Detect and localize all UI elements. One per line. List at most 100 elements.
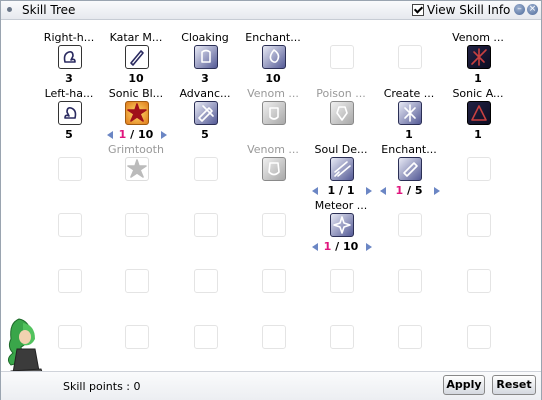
empty-skill-slot — [375, 187, 443, 243]
empty-slot-box — [125, 325, 149, 349]
venom-dust-icon[interactable] — [467, 45, 491, 69]
minimize-button[interactable]: – — [514, 4, 525, 15]
skill-cell[interactable]: Venom ... — [239, 131, 307, 187]
sonic-acceleration-icon[interactable] — [467, 101, 491, 125]
empty-slot-box — [58, 213, 82, 237]
skill-cell[interactable]: Right-h... 3 — [35, 19, 103, 85]
advanced-katar-icon[interactable] — [194, 101, 218, 125]
katar-icon[interactable] — [125, 45, 149, 69]
skill-name: Katar M... — [109, 31, 163, 44]
skill-cell[interactable]: Katar M... 10 — [102, 19, 170, 85]
empty-skill-slot — [35, 131, 103, 187]
empty-slot-box — [398, 213, 422, 237]
empty-skill-slot — [171, 131, 239, 187]
empty-slot-box — [467, 269, 491, 293]
empty-slot-box — [262, 325, 286, 349]
empty-slot-box — [58, 269, 82, 293]
empty-skill-slot — [171, 299, 239, 355]
empty-slot-box — [194, 325, 218, 349]
skill-cell[interactable]: Soul De... 1 / 1 — [307, 131, 375, 197]
empty-slot-box — [194, 157, 218, 181]
empty-slot-box — [398, 269, 422, 293]
skill-cell[interactable]: Venom ... 1 — [444, 19, 512, 85]
skill-name: Advanc... — [179, 87, 231, 100]
right-hand-icon[interactable] — [58, 45, 82, 69]
empty-skill-slot — [239, 243, 307, 299]
empty-slot-box — [467, 157, 491, 181]
venom-splasher-icon[interactable] — [262, 157, 286, 181]
skill-cell[interactable]: Meteor ... 1 / 10 — [307, 187, 375, 253]
skill-tree-window: Skill Tree View Skill Info – × Right-h..… — [0, 0, 542, 400]
view-skill-info-toggle[interactable]: View Skill Info — [412, 3, 510, 17]
poison-react-icon[interactable] — [330, 101, 354, 125]
cloaking-icon[interactable] — [194, 45, 218, 69]
skill-cell[interactable]: Advanc... 5 — [171, 75, 239, 141]
enchant-poison-icon[interactable] — [262, 45, 286, 69]
skill-cell[interactable]: Left-ha... 5 — [35, 75, 103, 141]
empty-slot-box — [330, 325, 354, 349]
empty-slot-box — [125, 213, 149, 237]
soul-destroyer-icon[interactable] — [330, 157, 354, 181]
empty-slot-box — [398, 45, 422, 69]
empty-skill-slot — [375, 243, 443, 299]
skill-cell[interactable]: Sonic Bl... 1 / 10 — [102, 75, 170, 141]
empty-skill-slot — [35, 243, 103, 299]
empty-skill-slot — [171, 187, 239, 243]
empty-slot-box — [330, 45, 354, 69]
skill-name: Venom ... — [247, 143, 299, 156]
skill-name: Sonic A... — [452, 87, 504, 100]
empty-slot-box — [262, 213, 286, 237]
empty-skill-slot — [444, 131, 512, 187]
apply-button[interactable]: Apply — [443, 375, 485, 395]
empty-slot-box — [58, 157, 82, 181]
left-hand-icon[interactable] — [58, 101, 82, 125]
skill-name: Soul De... — [314, 143, 368, 156]
empty-skill-slot — [444, 243, 512, 299]
skill-cell[interactable]: Grimtooth — [102, 131, 170, 187]
empty-skill-slot — [307, 19, 375, 75]
window-icon — [7, 7, 12, 12]
skill-cell[interactable]: Create ... 1 — [375, 75, 443, 141]
skill-cell[interactable]: Poison ... — [307, 75, 375, 131]
skill-name: Left-ha... — [44, 87, 94, 100]
empty-slot-box — [125, 269, 149, 293]
view-skill-info-checkbox[interactable] — [412, 4, 424, 16]
grimtooth-icon[interactable] — [125, 157, 149, 181]
skill-cell[interactable]: Sonic A... 1 — [444, 75, 512, 141]
empty-skill-slot — [444, 299, 512, 355]
sonic-blow-icon[interactable] — [125, 101, 149, 125]
skill-cell[interactable]: Enchant... 1 / 5 — [375, 131, 443, 197]
empty-skill-slot — [307, 299, 375, 355]
title-bar[interactable]: Skill Tree View Skill Info – × — [1, 1, 541, 20]
skill-name: Meteor ... — [314, 199, 368, 212]
skill-name: Venom ... — [247, 87, 299, 100]
skill-cell[interactable]: Cloaking 3 — [171, 19, 239, 85]
enchant-deadly-poison-icon[interactable] — [398, 157, 422, 181]
skill-cell[interactable]: Enchant... 10 — [239, 19, 307, 85]
empty-slot-box — [262, 269, 286, 293]
create-poison-icon[interactable] — [398, 101, 422, 125]
skill-grid: Right-h... 3 Katar M... 10 Cloaking 3 Enchant.… — [1, 19, 541, 371]
empty-skill-slot — [307, 243, 375, 299]
empty-slot-box — [467, 213, 491, 237]
empty-skill-slot — [171, 243, 239, 299]
skill-name: Sonic Bl... — [108, 87, 164, 100]
empty-skill-slot — [375, 299, 443, 355]
skill-cell[interactable]: Venom ... — [239, 75, 307, 131]
meteor-assault-icon[interactable] — [330, 213, 354, 237]
empty-skill-slot — [102, 243, 170, 299]
empty-skill-slot — [35, 187, 103, 243]
venom-knife-icon[interactable] — [262, 101, 286, 125]
empty-slot-box — [467, 325, 491, 349]
window-title: Skill Tree — [22, 3, 76, 17]
close-button[interactable]: × — [527, 4, 538, 15]
skill-name: Poison ... — [316, 87, 366, 100]
empty-slot-box — [194, 213, 218, 237]
empty-skill-slot — [375, 19, 443, 75]
empty-slot-box — [330, 269, 354, 293]
reset-button[interactable]: Reset — [492, 375, 536, 395]
skill-name: Create ... — [383, 87, 435, 100]
skill-name: Enchant... — [245, 31, 301, 44]
skill-points-label: Skill points : 0 — [63, 380, 141, 393]
empty-slot-box — [194, 269, 218, 293]
